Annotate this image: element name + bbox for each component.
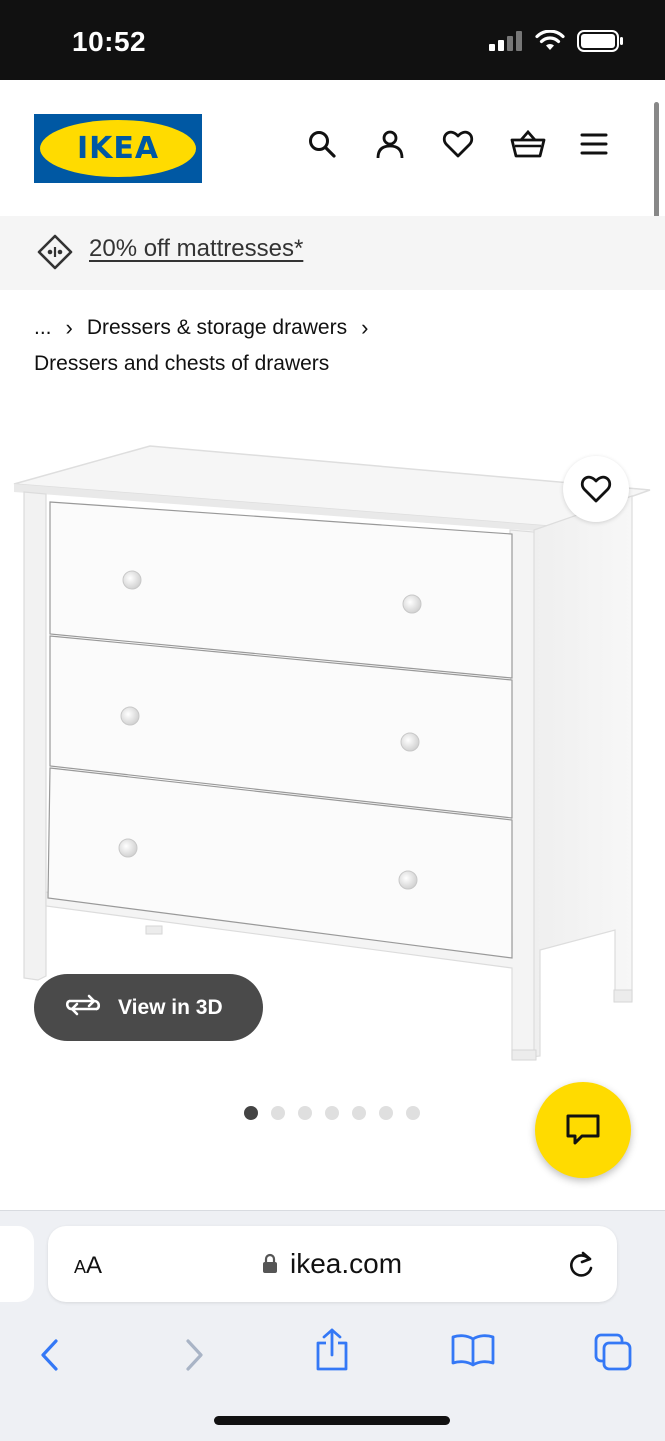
view-in-3d-label: View in 3D <box>118 995 223 1019</box>
header-icons <box>306 128 610 160</box>
breadcrumb-separator: › <box>361 315 369 340</box>
chat-button[interactable] <box>535 1082 631 1178</box>
url-text[interactable]: ikea.com <box>290 1248 402 1280</box>
promo-banner[interactable]: 20% off mattresses* <box>0 216 665 290</box>
price-tag-icon <box>36 233 74 276</box>
breadcrumb: ... › Dressers & storage drawers › <box>34 315 382 341</box>
basket-icon[interactable] <box>510 128 546 160</box>
view-in-3d-button[interactable]: View in 3D <box>34 974 263 1041</box>
carousel-dot[interactable] <box>406 1106 420 1120</box>
share-icon[interactable] <box>314 1327 350 1378</box>
text-size-small-a: A <box>74 1257 87 1277</box>
heart-icon[interactable] <box>442 128 474 160</box>
heart-icon <box>580 475 612 503</box>
rotate-3d-icon <box>64 993 102 1022</box>
text-size-button[interactable]: AA <box>74 1252 102 1280</box>
back-icon[interactable] <box>38 1337 62 1378</box>
home-indicator[interactable] <box>214 1416 450 1425</box>
site-header: IKEA <box>0 80 665 216</box>
logo-text: IKEA <box>76 131 160 166</box>
search-icon[interactable] <box>306 128 338 160</box>
forward-icon[interactable] <box>182 1337 206 1378</box>
menu-icon[interactable] <box>578 128 610 160</box>
previous-tab-preview[interactable] <box>0 1226 34 1302</box>
reload-icon[interactable] <box>567 1250 595 1285</box>
image-carousel-dots <box>244 1106 420 1120</box>
lock-icon <box>262 1253 278 1278</box>
carousel-dot[interactable] <box>271 1106 285 1120</box>
breadcrumb-separator: › <box>65 315 73 340</box>
carousel-dot[interactable] <box>298 1106 312 1120</box>
carousel-dot[interactable] <box>244 1106 258 1120</box>
wifi-icon <box>535 30 565 50</box>
browser-toolbar: AA ikea.com <box>0 1210 665 1441</box>
cellular-signal-icon <box>489 31 522 51</box>
carousel-dot[interactable] <box>379 1106 393 1120</box>
address-bar[interactable]: AA ikea.com <box>48 1226 617 1302</box>
browser-nav-tools <box>0 1321 665 1381</box>
battery-icon <box>577 30 623 52</box>
status-icons <box>489 30 625 52</box>
breadcrumb-item-dressers-storage[interactable]: Dressers & storage drawers <box>87 316 347 340</box>
bookmarks-icon[interactable] <box>451 1333 495 1372</box>
carousel-dot[interactable] <box>352 1106 366 1120</box>
favorite-button[interactable] <box>563 456 629 522</box>
carousel-dot[interactable] <box>325 1106 339 1120</box>
promo-link[interactable]: 20% off mattresses* <box>89 235 303 263</box>
chat-icon <box>566 1114 600 1145</box>
text-size-big-a: A <box>86 1252 103 1279</box>
breadcrumb-ellipsis[interactable]: ... <box>34 316 52 340</box>
tabs-icon[interactable] <box>592 1331 634 1376</box>
status-bar: 10:52 <box>0 0 665 80</box>
account-icon[interactable] <box>374 128 406 160</box>
status-time: 10:52 <box>72 26 147 57</box>
breadcrumb-item-dressers-chests[interactable]: Dressers and chests of drawers <box>34 352 329 376</box>
ikea-logo[interactable]: IKEA <box>34 114 202 183</box>
